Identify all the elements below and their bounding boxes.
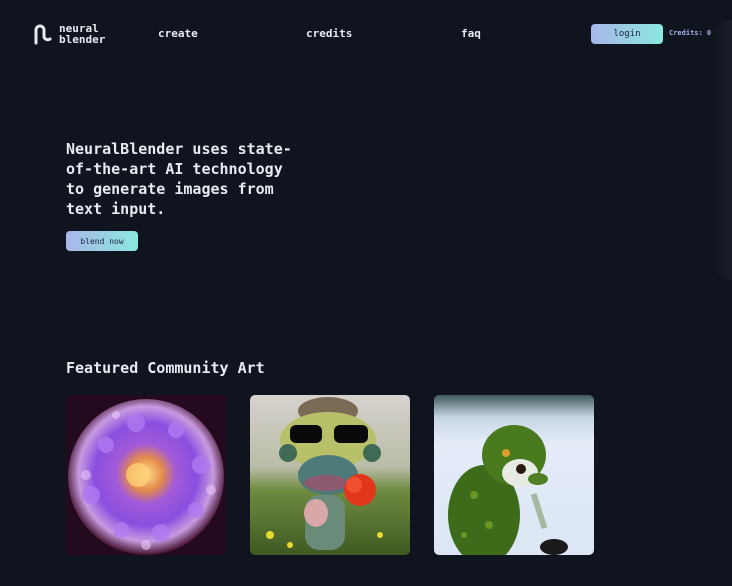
anemone-artwork-image [66, 395, 226, 555]
hero-headline: NeuralBlender uses state-of-the-art AI t… [66, 140, 292, 218]
logo-text-line2: blender [59, 33, 106, 46]
logo-text: neural blender [59, 23, 105, 45]
neural-blender-logo-icon [34, 24, 52, 45]
featured-art-card[interactable] [250, 395, 410, 555]
featured-art-card[interactable] [434, 395, 594, 555]
login-button[interactable]: login [591, 24, 663, 44]
featured-art-card[interactable] [66, 395, 226, 555]
logo-link[interactable]: neural blender [33, 23, 105, 45]
credits-count: Credits: 0 [669, 29, 712, 37]
featured-gallery [66, 395, 594, 555]
nav-credits[interactable]: credits [306, 27, 352, 40]
site-header: neural blender create credits faq login … [0, 0, 732, 68]
nav-create[interactable]: create [158, 27, 198, 40]
nav-faq[interactable]: faq [461, 27, 481, 40]
featured-title: Featured Community Art [66, 359, 265, 377]
sunglasses-creature-artwork-image [250, 395, 410, 555]
green-monkey-artwork-image [434, 395, 594, 555]
blend-now-button[interactable]: blend now [66, 231, 138, 251]
